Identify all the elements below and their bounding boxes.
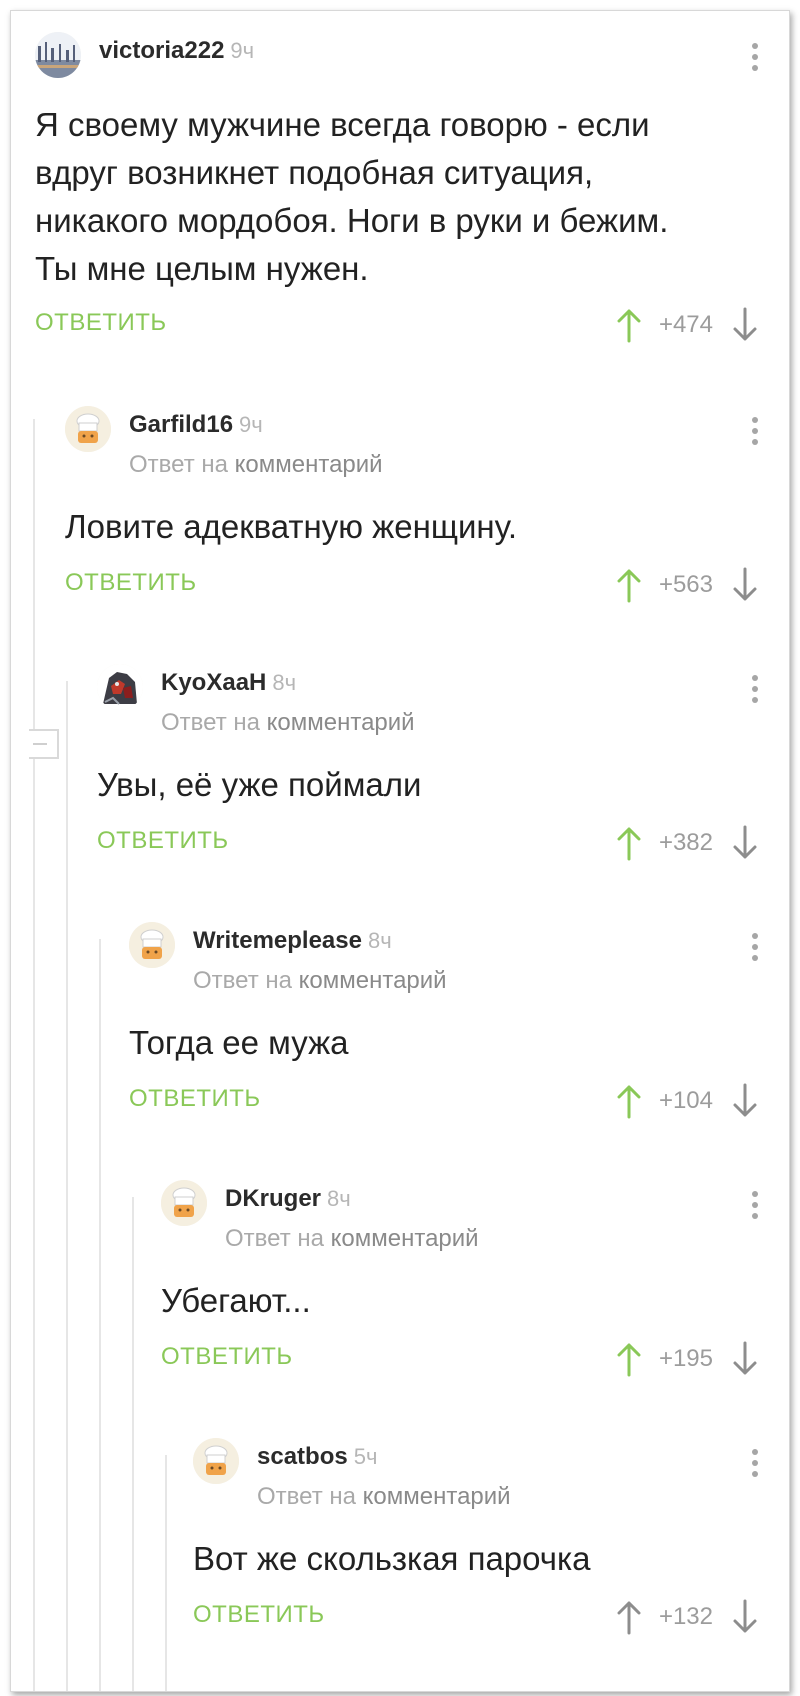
comment-header: Garfild16 9ч Ответ на комментарий [65, 403, 759, 478]
comment-time: 9ч [230, 38, 255, 63]
upvote-arrow-icon[interactable] [615, 825, 643, 861]
comment-actions: ОТВЕТИТЬ +382 [97, 821, 759, 865]
downvote-arrow-icon[interactable] [731, 825, 759, 861]
comment-text: Тогда ее мужа [129, 1024, 349, 1061]
username[interactable]: DKruger [225, 1185, 321, 1212]
comment-actions: ОТВЕТИТЬ +563 [65, 563, 759, 607]
reply-to-link[interactable]: комментарий [363, 1483, 511, 1510]
comment-header: KyoXaaH 8ч Ответ на комментарий [97, 661, 759, 736]
comment-header: DKruger 8ч Ответ на комментарий [161, 1177, 759, 1252]
comment: DKruger 8ч Ответ на комментарий Убегают..… [161, 1177, 759, 1381]
reply-to-line: Ответ на комментарий [129, 451, 383, 478]
comment-actions: ОТВЕТИТЬ +104 [129, 1079, 759, 1123]
chef-avatar-icon[interactable] [129, 922, 175, 968]
thread-line[interactable] [66, 681, 68, 1691]
comment-actions: ОТВЕТИТЬ +195 [161, 1337, 759, 1381]
reply-to-line: Ответ на комментарий [193, 967, 447, 994]
vote-controls: +104 [615, 1079, 759, 1123]
comment-time: 8ч [272, 670, 297, 695]
reply-button[interactable]: ОТВЕТИТЬ [35, 309, 167, 337]
comment-header: victoria222 9ч [35, 29, 759, 83]
vote-controls: +132 [615, 1595, 759, 1639]
comment-text: Ловите адекватную женщину. [65, 508, 518, 545]
comment-header: scatbos 5ч Ответ на комментарий [193, 1435, 759, 1510]
username[interactable]: victoria222 [99, 37, 224, 64]
rating-value: +382 [658, 829, 713, 856]
vote-controls: +382 [615, 821, 759, 865]
comment-text: Вот же скользкая парочка [193, 1540, 591, 1577]
more-menu-icon[interactable] [751, 1191, 759, 1225]
upvote-arrow-icon[interactable] [615, 1599, 643, 1635]
robot-avatar-icon[interactable] [97, 664, 143, 710]
reply-button[interactable]: ОТВЕТИТЬ [193, 1601, 325, 1629]
comment-actions: ОТВЕТИТЬ +132 [193, 1595, 759, 1639]
downvote-arrow-icon[interactable] [731, 1341, 759, 1377]
more-menu-icon[interactable] [751, 43, 759, 77]
comment: Writemeplease 8ч Ответ на комментарий Тог… [129, 919, 759, 1123]
city-avatar-icon[interactable] [35, 32, 81, 78]
comment-time: 5ч [353, 1444, 378, 1469]
comments-panel: victoria222 9ч Я своему мужчине всегда го… [10, 10, 790, 1692]
thread-line[interactable] [132, 1197, 134, 1691]
downvote-arrow-icon[interactable] [731, 1599, 759, 1635]
comment-time: 8ч [367, 928, 392, 953]
reply-to-line: Ответ на комментарий [225, 1225, 479, 1252]
upvote-arrow-icon[interactable] [615, 567, 643, 603]
reply-to-link[interactable]: комментарий [331, 1225, 479, 1252]
comment-text: Увы, её уже поймали [97, 766, 422, 803]
comment-text: Убегают... [161, 1282, 311, 1319]
comment: scatbos 5ч Ответ на комментарий Вот же ск… [193, 1435, 759, 1639]
more-menu-icon[interactable] [751, 933, 759, 967]
username[interactable]: KyoXaaH [161, 669, 266, 696]
reply-button[interactable]: ОТВЕТИТЬ [129, 1085, 261, 1113]
chef-avatar-icon[interactable] [161, 1180, 207, 1226]
username[interactable]: Garfild16 [129, 411, 233, 438]
reply-to-link[interactable]: комментарий [267, 709, 415, 736]
reply-to-line: Ответ на комментарий [161, 709, 415, 736]
more-menu-icon[interactable] [751, 675, 759, 709]
reply-to-link[interactable]: комментарий [299, 967, 447, 994]
downvote-arrow-icon[interactable] [731, 1083, 759, 1119]
vote-controls: +563 [615, 563, 759, 607]
vote-controls: +195 [615, 1337, 759, 1381]
more-menu-icon[interactable] [751, 1449, 759, 1483]
more-menu-icon[interactable] [751, 417, 759, 451]
upvote-arrow-icon[interactable] [615, 307, 643, 343]
comment-text: Я своему мужчине всегда говорю - если вд… [35, 106, 669, 287]
downvote-arrow-icon[interactable] [731, 307, 759, 343]
comment-header: Writemeplease 8ч Ответ на комментарий [129, 919, 759, 994]
collapse-thread-button[interactable] [29, 729, 59, 759]
comment-time: 9ч [239, 412, 263, 437]
reply-to-link[interactable]: комментарий [235, 451, 383, 478]
rating-value: +132 [658, 1603, 713, 1630]
chef-avatar-icon[interactable] [65, 406, 111, 452]
comment-actions: ОТВЕТИТЬ +474 [35, 303, 759, 347]
upvote-arrow-icon[interactable] [615, 1341, 643, 1377]
comment: victoria222 9ч Я своему мужчине всегда го… [35, 29, 759, 347]
reply-button[interactable]: ОТВЕТИТЬ [161, 1343, 293, 1371]
upvote-arrow-icon[interactable] [615, 1083, 643, 1119]
rating-value: +474 [658, 311, 713, 338]
comment: KyoXaaH 8ч Ответ на комментарий Увы, её у… [97, 661, 759, 865]
thread-line[interactable] [165, 1455, 167, 1691]
username[interactable]: Writemeplease [193, 927, 362, 954]
vote-controls: +474 [615, 303, 759, 347]
reply-to-line: Ответ на комментарий [257, 1483, 511, 1510]
thread-line[interactable] [99, 939, 101, 1691]
username[interactable]: scatbos [257, 1443, 348, 1470]
comment: Garfild16 9ч Ответ на комментарий Ловите … [65, 403, 759, 607]
rating-value: +195 [658, 1345, 713, 1372]
reply-button[interactable]: ОТВЕТИТЬ [97, 827, 229, 855]
downvote-arrow-icon[interactable] [731, 567, 759, 603]
thread-line[interactable] [33, 419, 35, 1691]
comment-time: 8ч [327, 1186, 351, 1211]
rating-value: +104 [658, 1087, 713, 1114]
chef-avatar-icon[interactable] [193, 1438, 239, 1484]
reply-button[interactable]: ОТВЕТИТЬ [65, 569, 197, 597]
rating-value: +563 [658, 571, 713, 598]
